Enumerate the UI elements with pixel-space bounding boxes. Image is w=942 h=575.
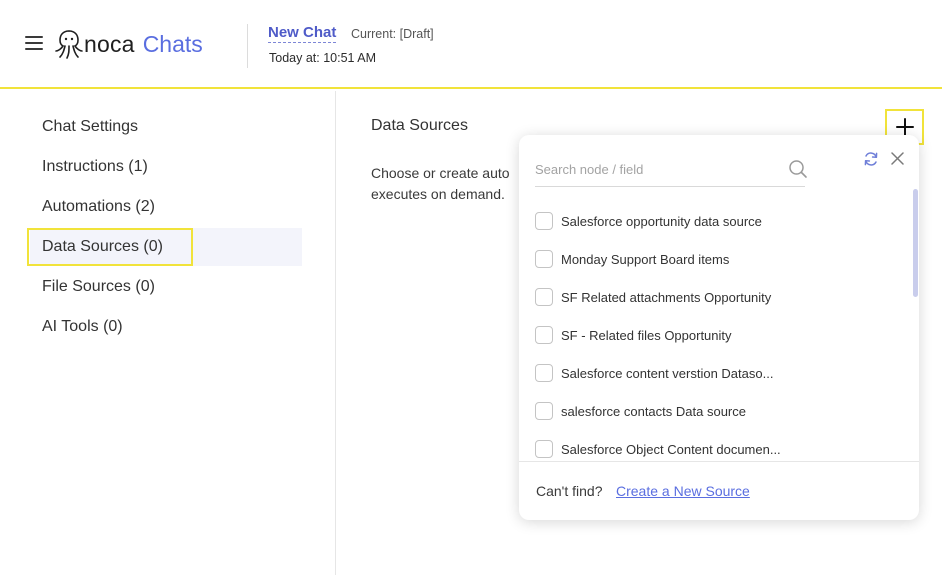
list-item-label: SF Related attachments Opportunity — [561, 289, 772, 305]
list-item[interactable]: Salesforce Object Content documen... — [535, 437, 781, 461]
page-title: Data Sources — [371, 117, 468, 134]
refresh-icon[interactable] — [863, 151, 879, 167]
data-source-list: Salesforce opportunity data source Monda… — [519, 203, 919, 461]
list-item-label: Monday Support Board items — [561, 251, 730, 267]
list-item[interactable]: salesforce contacts Data source — [535, 399, 746, 423]
search-input[interactable] — [535, 153, 775, 185]
search-icon[interactable] — [788, 159, 808, 179]
app-header: noca Chats New Chat Current: [Draft] Tod… — [0, 0, 942, 89]
sidebar-item-file-sources[interactable]: File Sources (0) — [42, 275, 155, 299]
chat-status: Current: [Draft] — [351, 27, 434, 41]
list-item-label: SF - Related files Opportunity — [561, 327, 732, 343]
popup-divider — [519, 461, 919, 462]
checkbox[interactable] — [535, 364, 553, 382]
checkbox[interactable] — [535, 250, 553, 268]
description-line-1: Choose or create auto — [371, 165, 510, 181]
sidebar: Chat Settings Instructions (1) Automatio… — [0, 91, 336, 575]
list-item-label: Salesforce content verstion Dataso... — [561, 365, 774, 381]
logo-text: noca — [84, 30, 135, 57]
sidebar-highlight-box — [27, 228, 193, 266]
footer-prompt: Can't find? — [536, 483, 603, 499]
checkbox[interactable] — [535, 212, 553, 230]
list-item[interactable]: SF - Related files Opportunity — [535, 323, 732, 347]
checkbox[interactable] — [535, 440, 553, 458]
list-item[interactable]: SF Related attachments Opportunity — [535, 285, 771, 309]
header-divider — [247, 24, 248, 68]
list-item-label: Salesforce opportunity data source — [561, 213, 762, 229]
chat-title[interactable]: New Chat — [268, 24, 337, 43]
app-logo[interactable]: noca Chats — [55, 27, 203, 61]
checkbox[interactable] — [535, 402, 553, 420]
plus-icon — [895, 118, 914, 136]
sidebar-item-chat-settings[interactable]: Chat Settings — [42, 115, 138, 139]
data-source-picker-popup: Salesforce opportunity data source Monda… — [519, 135, 919, 520]
close-icon[interactable] — [891, 152, 904, 165]
sidebar-item-automations[interactable]: Automations (2) — [42, 195, 155, 219]
list-item[interactable]: Salesforce opportunity data source — [535, 209, 762, 233]
description-line-2: executes on demand. — [371, 186, 505, 202]
checkbox[interactable] — [535, 288, 553, 306]
hamburger-icon[interactable] — [25, 36, 43, 50]
octopus-logo-icon — [55, 30, 83, 59]
list-item-label: salesforce contacts Data source — [561, 403, 746, 419]
page-description: Choose or create auto executes on demand… — [371, 163, 531, 205]
sidebar-item-instructions[interactable]: Instructions (1) — [42, 155, 148, 179]
sidebar-item-ai-tools[interactable]: AI Tools (0) — [42, 315, 123, 339]
search-box — [535, 153, 808, 187]
create-new-source-link[interactable]: Create a New Source — [616, 483, 750, 499]
list-item[interactable]: Monday Support Board items — [535, 247, 729, 271]
list-item-label: Salesforce Object Content documen... — [561, 441, 781, 457]
chat-timestamp: Today at: 10:51 AM — [269, 51, 377, 65]
checkbox[interactable] — [535, 326, 553, 344]
list-item[interactable]: Salesforce content verstion Dataso... — [535, 361, 773, 385]
logo-accent-text: Chats — [142, 30, 203, 57]
scrollbar-thumb[interactable] — [913, 189, 918, 297]
